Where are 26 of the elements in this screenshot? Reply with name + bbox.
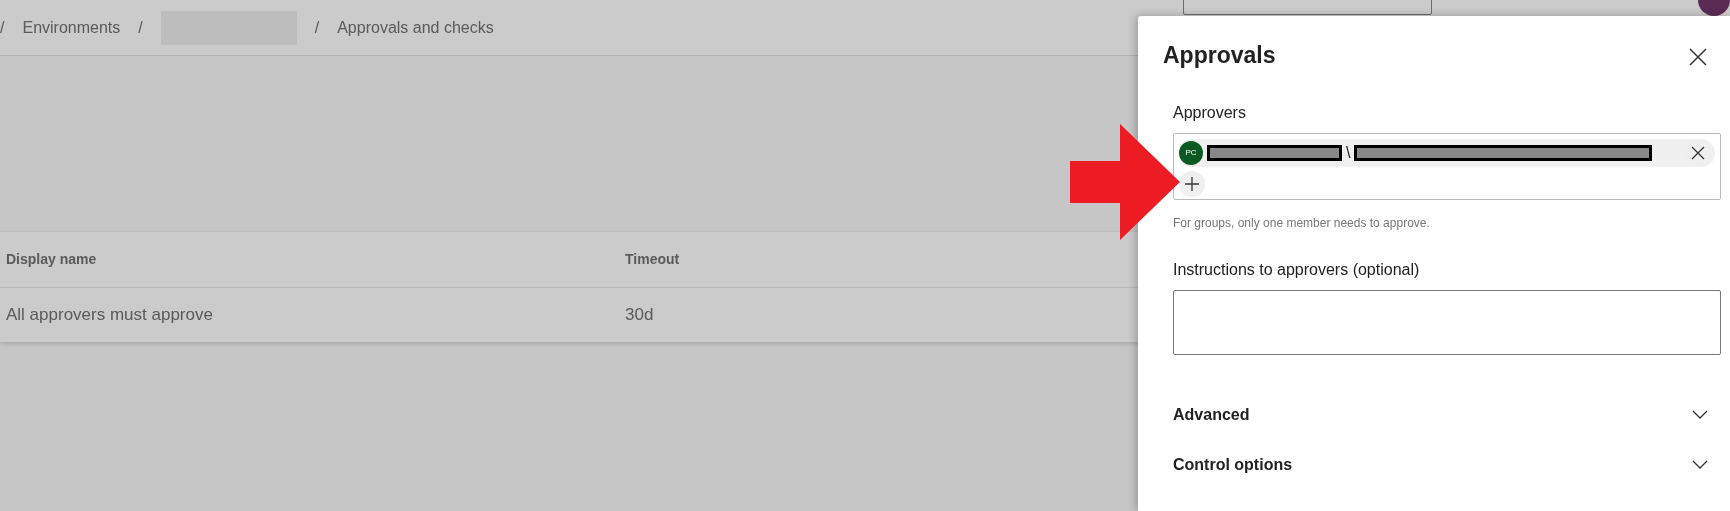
plus-icon: [1184, 175, 1200, 192]
helper-text: For groups, only one member needs to approve.: [1173, 214, 1431, 232]
section-toggle[interactable]: Control options: [1173, 452, 1708, 477]
add-button[interactable]: [1179, 170, 1205, 197]
column-header: Display name: [6, 251, 97, 267]
field-label: Instructions to approvers (optional): [1173, 259, 1421, 280]
field-label: Approvers: [1173, 102, 1247, 123]
column-header: Timeout: [625, 251, 680, 267]
breadcrumb-separator: /: [138, 17, 143, 38]
user-avatar: PC: [1179, 140, 1203, 165]
name-separator: \: [1346, 142, 1351, 163]
breadcrumb-link[interactable]: Environments: [22, 15, 121, 40]
section-toggle[interactable]: Advanced: [1173, 402, 1708, 427]
breadcrumb-current: Approvals and checks: [337, 17, 494, 38]
breadcrumb-separator: /: [314, 17, 320, 38]
approvers-field[interactable]: PC \: [1173, 132, 1721, 200]
header-button[interactable]: [1183, 0, 1432, 15]
close-icon: [1688, 46, 1708, 67]
table-cell: All approvers must approve: [6, 305, 213, 325]
chevron-icon: [1692, 409, 1708, 420]
chevron-icon: [1692, 459, 1708, 470]
panel-title: Approvals: [1163, 42, 1276, 70]
close-icon: [1691, 145, 1705, 160]
table-cell: 30d: [625, 305, 654, 325]
breadcrumb-separator: /: [0, 17, 5, 38]
instructions-field[interactable]: [1173, 289, 1721, 355]
